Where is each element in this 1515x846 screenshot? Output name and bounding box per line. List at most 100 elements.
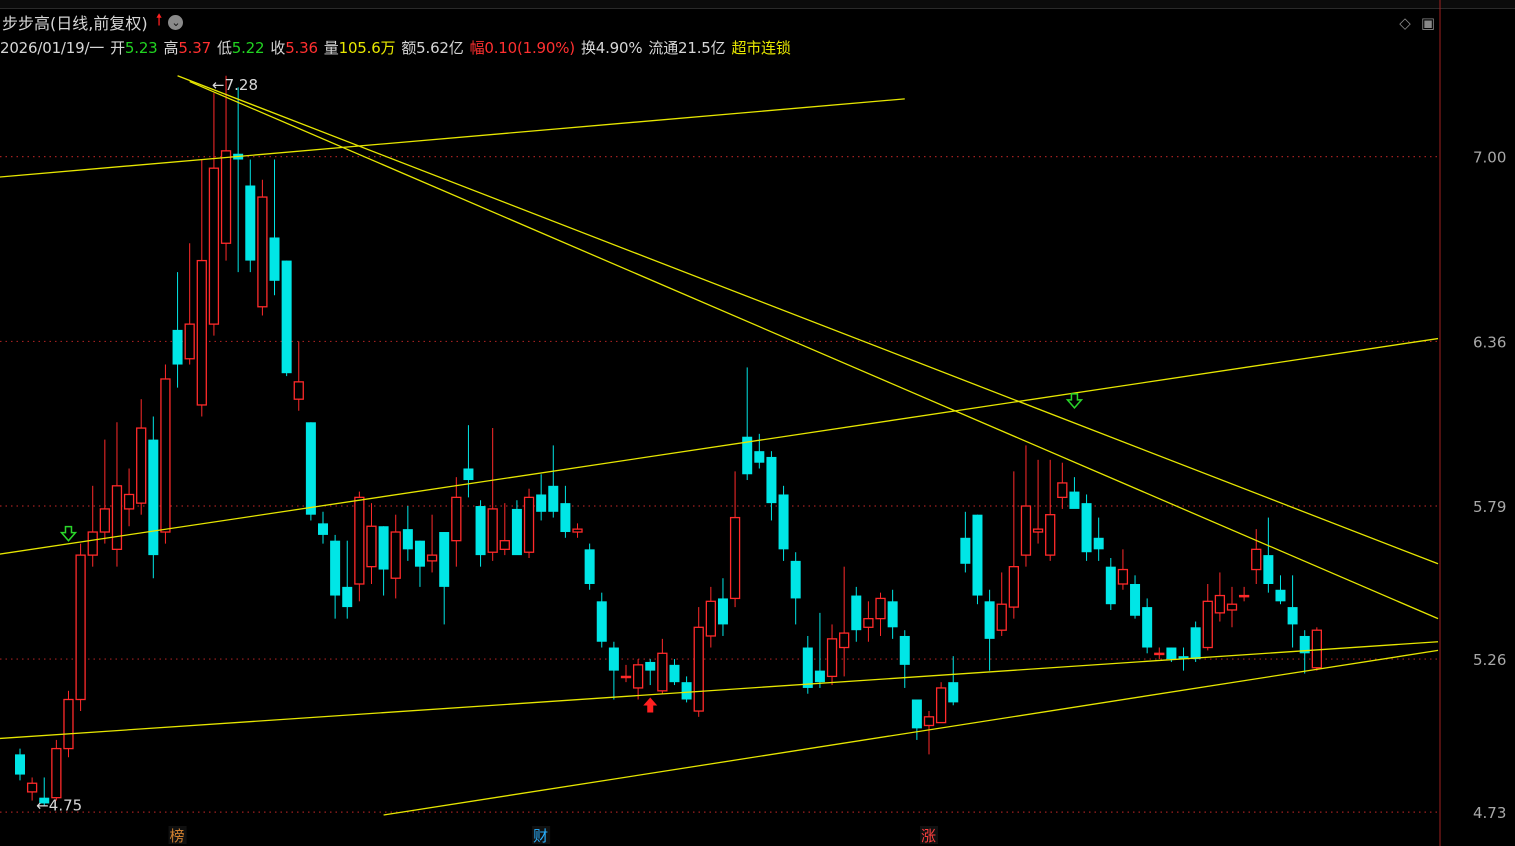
candle (814, 612, 825, 688)
trendline (0, 641, 1439, 740)
candle (87, 485, 98, 567)
candle (123, 468, 135, 527)
trendline (0, 98, 905, 178)
candle-body (572, 528, 583, 533)
candle (584, 543, 595, 590)
candle-body (620, 675, 632, 679)
candle (645, 659, 656, 686)
trendline (177, 75, 1439, 565)
candle (51, 739, 62, 801)
trendline (189, 80, 1439, 620)
candle-body (208, 167, 220, 325)
candle-body (693, 626, 704, 712)
y-tick-label: 6.36 (1473, 333, 1506, 351)
candle-body (1142, 607, 1153, 648)
candle (63, 690, 74, 758)
candle (1069, 477, 1080, 509)
candle-body (1311, 629, 1322, 669)
candle (160, 364, 171, 544)
green-down-arrow-icon (59, 525, 78, 542)
candle-body (766, 456, 777, 504)
candle-body (1081, 503, 1092, 553)
y-tick-label: 7.00 (1473, 149, 1506, 167)
candle (318, 511, 328, 544)
candle-body (1154, 652, 1165, 656)
bottom-marker: 财 (533, 827, 548, 845)
candle-body (1032, 528, 1044, 533)
candle-body (584, 549, 595, 584)
candle (851, 586, 862, 642)
candle-body (390, 531, 401, 579)
candle-body (402, 529, 413, 550)
candle-body (729, 516, 741, 600)
candle (536, 474, 547, 521)
candle-body (148, 439, 159, 556)
candle-body (839, 632, 850, 649)
candle-body (451, 496, 462, 542)
candle-body (487, 508, 498, 553)
candle-body (1166, 647, 1177, 660)
candle-body (1105, 566, 1116, 605)
candle-body (657, 652, 668, 692)
candle-body (305, 422, 316, 515)
candle-body (257, 196, 268, 308)
candle (245, 159, 256, 273)
candle (972, 514, 983, 605)
candle (75, 543, 86, 712)
candle-body (414, 540, 425, 567)
candle (196, 159, 207, 417)
candle (451, 477, 462, 567)
candle-body (681, 682, 692, 700)
candle (1202, 583, 1213, 651)
candle (136, 399, 147, 515)
trendline (0, 337, 1439, 555)
candlestick-chart[interactable]: 7.00 6.36 5.79 5.26 4.73 ←7.28 ←4.75 榜 财 涨 (0, 0, 1515, 846)
candle-body (269, 237, 280, 281)
candle-body (63, 698, 74, 750)
candle-body (911, 699, 922, 729)
candle (1214, 572, 1226, 622)
bottom-markers: 榜财涨 (168, 826, 938, 845)
candle (487, 428, 498, 561)
candle (596, 592, 607, 648)
candle (1238, 586, 1250, 602)
candle-body (935, 687, 947, 724)
candle-body (778, 494, 789, 550)
candle (1299, 630, 1310, 674)
candle-body (996, 603, 1007, 631)
candle (99, 439, 110, 544)
candle (742, 367, 753, 481)
candles (15, 75, 1322, 807)
candle (632, 659, 644, 700)
candle-body (75, 554, 86, 701)
candle (293, 341, 304, 411)
candle-body (511, 508, 522, 556)
candle-body (330, 540, 341, 596)
signal-arrows (59, 393, 1084, 713)
candle (15, 748, 25, 781)
candle (935, 682, 947, 724)
candle (875, 592, 886, 636)
candle-body (1251, 548, 1262, 571)
candle (499, 503, 510, 556)
candle-body (1287, 607, 1298, 625)
candle (354, 491, 365, 602)
candle-body (814, 670, 825, 683)
candle (1057, 462, 1068, 509)
candle (233, 87, 244, 273)
candle-body (632, 664, 644, 689)
candle-body (342, 586, 353, 608)
candle (1226, 586, 1238, 628)
candle-body (669, 664, 680, 683)
bottom-marker: 榜 (170, 827, 185, 845)
candle (1008, 471, 1019, 619)
candle (608, 641, 619, 700)
candle-body (463, 468, 474, 481)
green-down-arrow-icon (1065, 393, 1084, 409)
candle-body (960, 537, 971, 564)
candle (984, 589, 995, 671)
candle (257, 179, 268, 316)
candle-body (1008, 566, 1019, 608)
candle-body (475, 506, 486, 556)
candle (839, 566, 850, 677)
